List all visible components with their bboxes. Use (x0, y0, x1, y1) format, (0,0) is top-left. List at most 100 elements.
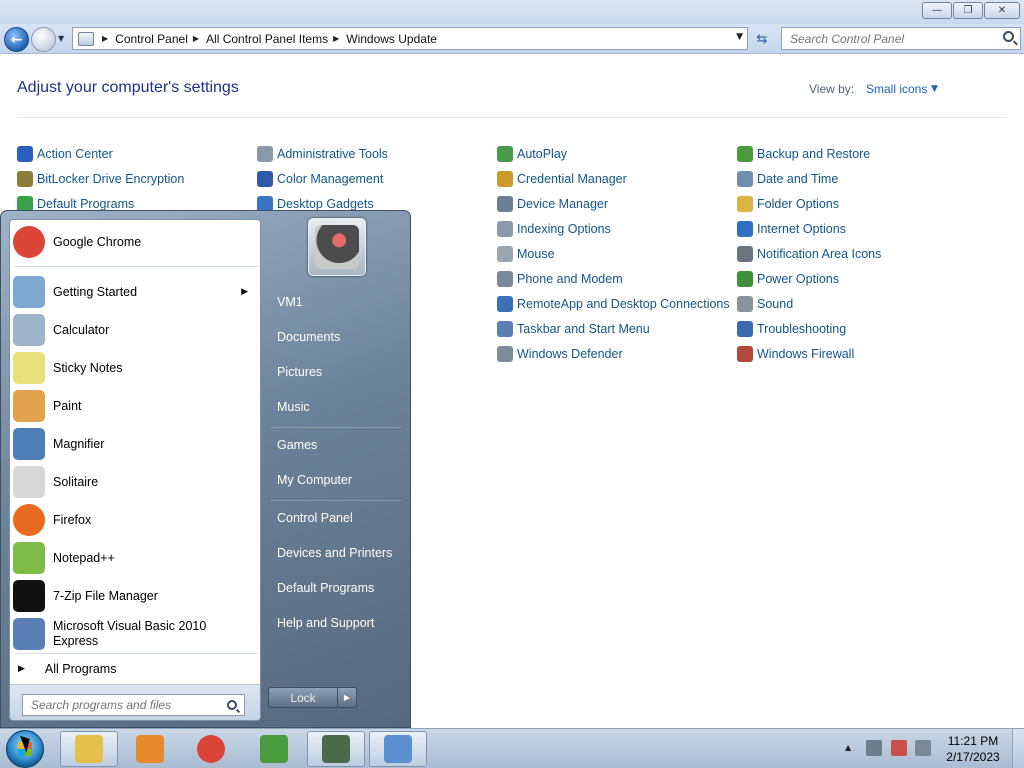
cp-item-remoteapp-and-desktop-connections[interactable]: RemoteApp and Desktop Connections (497, 295, 730, 313)
show-desktop-button[interactable] (1012, 729, 1024, 768)
chevron-right-icon[interactable]: ▶ (102, 34, 108, 43)
cp-item-indexing-options[interactable]: Indexing Options (497, 220, 611, 238)
cp-item-date-and-time[interactable]: Date and Time (737, 170, 838, 188)
view-by-dropdown[interactable]: Small icons (866, 82, 927, 96)
breadcrumb-control-panel[interactable]: Control Panel (115, 32, 188, 46)
divider (14, 266, 258, 267)
maximize-button[interactable]: ❐ (953, 2, 983, 19)
network-icon[interactable] (891, 740, 907, 756)
cp-item-taskbar-and-start-menu[interactable]: Taskbar and Start Menu (497, 320, 650, 338)
start-item-magnifier[interactable]: Magnifier (10, 426, 260, 462)
cp-item-administrative-tools[interactable]: Administrative Tools (257, 145, 388, 163)
start-link-default-programs[interactable]: Default Programs (277, 581, 374, 595)
start-search-input[interactable] (31, 698, 221, 712)
start-link-help-and-support[interactable]: Help and Support (277, 616, 374, 630)
cp-item-color-management[interactable]: Color Management (257, 170, 383, 188)
close-button[interactable]: ✕ (984, 2, 1020, 19)
start-item-google-chrome[interactable]: Google Chrome (10, 224, 260, 260)
taskbar-csharp-express-button[interactable] (245, 731, 303, 767)
refresh-button[interactable]: ⇆ (751, 29, 773, 49)
start-item-microsoft-visual-basic-2010-express[interactable]: Microsoft Visual Basic 2010 Express (10, 616, 260, 652)
address-bar[interactable]: ▶ Control Panel ▶ All Control Panel Item… (72, 27, 748, 50)
lock-button[interactable]: Lock (268, 687, 338, 708)
cp-item-label: Default Programs (37, 197, 135, 211)
start-link-pictures[interactable]: Pictures (277, 365, 322, 379)
start-link-documents[interactable]: Documents (277, 330, 340, 344)
start-item-label: Firefox (53, 512, 92, 527)
cp-item-sound[interactable]: Sound (737, 295, 793, 313)
cp-item-autoplay[interactable]: AutoPlay (497, 145, 567, 163)
user-picture[interactable] (308, 218, 366, 276)
search-control-panel[interactable] (781, 27, 1021, 50)
cp-item-troubleshooting[interactable]: Troubleshooting (737, 320, 846, 338)
triangle-right-icon[interactable]: ▶ (241, 287, 248, 297)
chevron-down-icon[interactable]: ▼ (931, 84, 938, 94)
volume-icon[interactable] (915, 740, 931, 756)
start-item-calculator[interactable]: Calculator (10, 312, 260, 348)
search-icon[interactable] (1003, 31, 1014, 42)
cp-item-device-manager[interactable]: Device Manager (497, 195, 608, 213)
start-link-control-panel[interactable]: Control Panel (277, 511, 353, 525)
search-input[interactable] (790, 31, 990, 46)
taskbar-control-panel-button[interactable] (369, 731, 427, 767)
folder-options-icon (737, 196, 753, 212)
minimize-button[interactable]: — (922, 2, 952, 19)
start-link-music[interactable]: Music (277, 400, 310, 414)
start-item-firefox[interactable]: Firefox (10, 502, 260, 538)
cp-item-internet-options[interactable]: Internet Options (737, 220, 846, 238)
cp-item-action-center[interactable]: Action Center (17, 145, 113, 163)
taskbar-task-manager-button[interactable] (307, 731, 365, 767)
cp-item-notification-area-icons[interactable]: Notification Area Icons (737, 245, 881, 263)
clock-time[interactable]: 11:21 PM (938, 734, 1008, 748)
breadcrumb-all-items[interactable]: All Control Panel Items (206, 32, 328, 46)
action-center-icon[interactable] (866, 740, 882, 756)
start-link-games[interactable]: Games (277, 438, 317, 452)
chevron-right-icon[interactable]: ▶ (333, 34, 339, 43)
recent-pages-dropdown[interactable]: ▼ (58, 34, 64, 43)
taskbar-explorer-button[interactable] (60, 731, 118, 767)
cp-item-backup-and-restore[interactable]: Backup and Restore (737, 145, 870, 163)
cp-item-power-options[interactable]: Power Options (737, 270, 839, 288)
taskbar-chrome-button[interactable] (182, 731, 240, 767)
start-item-solitaire[interactable]: Solitaire (10, 464, 260, 500)
start-link-devices-and-printers[interactable]: Devices and Printers (277, 546, 392, 560)
cp-item-windows-firewall[interactable]: Windows Firewall (737, 345, 854, 363)
magnifier-icon (13, 428, 45, 460)
all-programs-label: All Programs (44, 662, 117, 676)
cp-item-credential-manager[interactable]: Credential Manager (497, 170, 627, 188)
cp-item-phone-and-modem[interactable]: Phone and Modem (497, 270, 623, 288)
cp-item-folder-options[interactable]: Folder Options (737, 195, 839, 213)
arrow-left-icon: ← (10, 31, 23, 48)
start-item-label: Sticky Notes (53, 360, 123, 375)
search-icon[interactable] (227, 700, 237, 710)
start-link-user[interactable]: VM1 (277, 295, 303, 309)
refresh-icon: ⇆ (756, 31, 768, 47)
start-item-notepad[interactable]: Notepad++ (10, 540, 260, 576)
shutdown-options-button[interactable]: ▶ (337, 687, 357, 708)
start-item-label: Magnifier (53, 436, 105, 451)
clock-date[interactable]: 2/17/2023 (938, 750, 1008, 764)
start-item-getting-started[interactable]: Getting Started ▶ (10, 274, 260, 310)
cp-item-windows-defender[interactable]: Windows Defender (497, 345, 623, 363)
show-hidden-icons-button[interactable]: ▲ (845, 743, 851, 752)
start-link-my-computer[interactable]: My Computer (277, 473, 352, 487)
chevron-right-icon[interactable]: ▶ (193, 34, 199, 43)
back-button[interactable]: ← (4, 27, 29, 52)
start-search-box[interactable] (22, 694, 245, 716)
action-center-icon (17, 146, 33, 162)
taskbar-media-player-button[interactable] (121, 731, 179, 767)
breadcrumb-windows-update[interactable]: Windows Update (346, 32, 437, 46)
start-item-paint[interactable]: Paint (10, 388, 260, 424)
forward-button[interactable] (31, 27, 56, 52)
cp-item-mouse[interactable]: Mouse (497, 245, 555, 263)
cp-item-bitlocker-drive-encryption[interactable]: BitLocker Drive Encryption (17, 170, 184, 188)
start-item-7-zip-file-manager[interactable]: 7-Zip File Manager (10, 578, 260, 614)
all-programs-button[interactable]: ▶ All Programs (18, 660, 116, 678)
chevron-down-icon[interactable]: ▼ (736, 32, 743, 42)
cp-item-label: Taskbar and Start Menu (517, 322, 650, 336)
cp-item-label: BitLocker Drive Encryption (37, 172, 185, 186)
start-item-sticky-notes[interactable]: Sticky Notes (10, 350, 260, 386)
start-menu: Google Chrome Getting Started ▶ Calculator… (0, 210, 411, 728)
start-item-label: Notepad++ (53, 550, 115, 565)
visual-basic-icon (13, 618, 45, 650)
